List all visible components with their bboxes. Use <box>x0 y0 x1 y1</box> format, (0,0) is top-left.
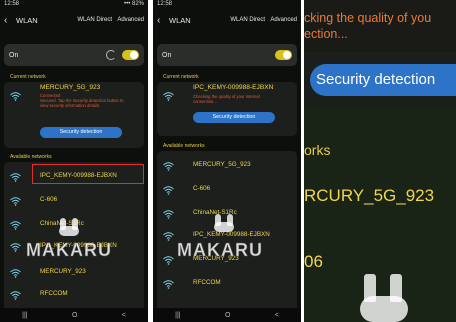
available-networks-label: Available networks <box>10 154 52 160</box>
wifi-signal-icon <box>163 92 174 101</box>
wlan-toggle-switch[interactable] <box>122 50 139 60</box>
current-description: Secured. Tap the Security detection butt… <box>40 98 124 108</box>
security-detection-button[interactable]: Security detection <box>40 127 122 138</box>
on-label: On <box>9 51 19 59</box>
wifi-signal-icon <box>163 210 174 219</box>
available-networks-list: MERCURY_5G_923 C-606 ChinaNet-S1Rc IPC_K… <box>157 151 297 317</box>
zoom-text-line-1: cking the quality of you <box>304 11 432 25</box>
network-ssid: RFCCOM <box>40 290 68 297</box>
list-item[interactable]: C-606 <box>4 192 144 211</box>
status-battery: ••• 82% <box>124 1 144 7</box>
watermark-bunny-icon <box>54 218 84 238</box>
status-bar: 12:58 ••• 82% <box>0 0 148 10</box>
list-item[interactable]: MERCURY_5G_923 <box>157 157 297 176</box>
security-detection-button[interactable]: Security detection <box>193 112 275 123</box>
wlan-toggle-switch[interactable] <box>275 50 292 60</box>
wifi-signal-icon <box>163 162 174 171</box>
current-network-label: Current network <box>163 74 199 80</box>
current-network-card: IPC_KEMY-009988-EJBXN Checking the quali… <box>157 82 297 136</box>
wifi-signal-icon <box>163 186 174 195</box>
system-nav-bar: ||| O < <box>153 308 301 322</box>
zoom-current-network-area: cking the quality of you ection... <box>304 0 456 52</box>
loading-spinner-icon <box>106 50 116 60</box>
current-ssid[interactable]: IPC_KEMY-009988-EJBXN <box>193 84 273 91</box>
wifi-signal-icon <box>10 291 21 300</box>
wifi-signal-icon <box>10 173 21 182</box>
current-description: Checking the quality of your internet co… <box>193 94 260 104</box>
wlan-toggle-row[interactable]: On <box>157 44 297 66</box>
back-button[interactable]: < <box>122 312 126 319</box>
watermark-text: MAKARU <box>177 240 263 261</box>
current-network-card: MERCURY_5G_923 Connected Secured. Tap th… <box>4 82 144 148</box>
network-ssid: C-606 <box>40 196 58 203</box>
top-app-bar: ‹ WLAN WLAN Direct Advanced <box>153 10 301 30</box>
zoom-network-c606: 06 <box>304 252 323 271</box>
page-title: WLAN <box>169 15 191 25</box>
wifi-signal-icon <box>163 232 174 241</box>
zoom-network-ssid: RCURY_5G_923 <box>304 186 435 205</box>
wlan-toggle-row[interactable]: On <box>4 44 144 66</box>
recent-apps-button[interactable]: ||| <box>22 312 27 319</box>
available-networks-label: Available networks <box>163 143 205 149</box>
on-label: On <box>162 51 172 59</box>
wifi-signal-icon <box>163 256 174 265</box>
wifi-signal-icon <box>10 221 21 230</box>
advanced-link[interactable]: Advanced <box>270 17 297 23</box>
advanced-link[interactable]: Advanced <box>117 17 144 23</box>
back-arrow-icon[interactable]: ‹ <box>4 15 14 26</box>
network-ssid: MERCURY_923 <box>40 268 86 275</box>
system-nav-bar: ||| O < <box>0 308 148 322</box>
list-item[interactable]: RFCCOM <box>157 275 297 294</box>
zoom-security-detection-button[interactable]: Security detection <box>310 64 456 96</box>
selection-highlight-box <box>32 164 144 184</box>
watermark-bunny-icon <box>209 214 239 234</box>
current-network-label: Current network <box>10 74 46 80</box>
top-app-bar: ‹ WLAN WLAN Direct Advanced <box>0 10 148 30</box>
phone-screen-left: 12:58 ••• 82% ‹ WLAN WLAN Direct Advance… <box>0 0 148 322</box>
home-button[interactable]: O <box>225 312 230 319</box>
home-button[interactable]: O <box>72 312 77 319</box>
page-title: WLAN <box>16 15 38 25</box>
back-button[interactable]: < <box>275 312 279 319</box>
phone-screen-middle: 12:58 ‹ WLAN WLAN Direct Advanced On Cur… <box>153 0 301 322</box>
wifi-signal-icon <box>10 243 21 252</box>
list-item[interactable]: MERCURY_923 <box>4 264 144 283</box>
recent-apps-button[interactable]: ||| <box>175 312 180 319</box>
zoom-checking-text: cking the quality of you ection... <box>304 10 431 42</box>
wifi-signal-icon <box>163 280 174 289</box>
zoomed-detail-view: cking the quality of you ection... Secur… <box>304 0 456 322</box>
network-ssid: C-606 <box>193 185 211 192</box>
list-item[interactable]: RFCCOM <box>4 286 144 305</box>
status-time: 12:58 <box>157 1 173 7</box>
wlan-direct-link[interactable]: WLAN Direct <box>230 17 265 23</box>
list-item[interactable]: C-606 <box>157 181 297 200</box>
wifi-signal-icon <box>10 197 21 206</box>
status-time: 12:58 <box>4 1 20 7</box>
watermark-text: MAKARU <box>26 240 112 261</box>
wifi-signal-icon <box>10 92 21 101</box>
zoom-available-networks-label: orks <box>304 142 331 158</box>
status-bar: 12:58 <box>153 0 301 10</box>
current-ssid[interactable]: MERCURY_5G_923 <box>40 84 100 91</box>
network-ssid: RFCCOM <box>193 279 221 286</box>
back-arrow-icon[interactable]: ‹ <box>157 15 167 26</box>
wlan-direct-link[interactable]: WLAN Direct <box>77 17 112 23</box>
watermark-bunny-icon <box>354 274 414 322</box>
network-ssid: MERCURY_5G_923 <box>193 161 251 168</box>
wifi-signal-icon <box>10 269 21 278</box>
zoom-text-line-2: ection... <box>304 27 348 41</box>
